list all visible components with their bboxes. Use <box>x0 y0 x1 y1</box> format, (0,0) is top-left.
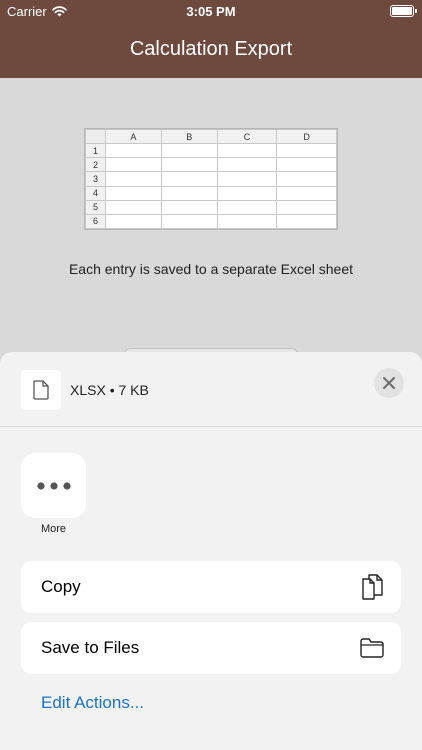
column-header: B <box>160 128 218 145</box>
row-header: 1 <box>85 143 106 159</box>
ellipsis-icon <box>36 481 71 490</box>
status-time: 3:05 PM <box>186 4 236 19</box>
folder-icon <box>360 638 384 658</box>
share-sheet-header: XLSX • 7 KB <box>0 352 422 427</box>
grid-corner <box>85 128 106 145</box>
spreadsheet-preview: A B C D 1 2 3 4 5 6 <box>84 128 338 230</box>
battery-icon <box>390 5 417 17</box>
copy-action[interactable]: Copy <box>21 561 401 613</box>
page-title: Calculation Export <box>129 38 293 60</box>
row-header: 5 <box>85 199 106 215</box>
document-icon <box>33 380 49 400</box>
edit-actions-link[interactable]: Edit Actions... <box>41 693 144 713</box>
copy-icon <box>362 574 383 600</box>
save-to-files-label: Save to Files <box>41 638 140 657</box>
close-icon <box>383 377 395 389</box>
more-button[interactable] <box>21 453 86 518</box>
navigation-bar: Calculation Export <box>0 24 422 78</box>
close-button[interactable] <box>374 368 404 398</box>
column-header: D <box>276 128 337 145</box>
file-info: XLSX • 7 KB <box>70 382 149 398</box>
share-sheet: XLSX • 7 KB More Copy Save to Files Edit… <box>0 352 422 750</box>
row-header: 4 <box>85 185 106 201</box>
row-header: 6 <box>85 213 106 230</box>
save-to-files-action[interactable]: Save to Files <box>21 622 401 674</box>
export-caption: Each entry is saved to a separate Excel … <box>68 261 354 277</box>
status-bar: Carrier 3:05 PM <box>0 0 422 24</box>
more-label: More <box>40 523 67 535</box>
row-header: 3 <box>85 171 106 187</box>
spreadsheet-grid: A B C D 1 2 3 4 5 6 <box>85 128 337 230</box>
copy-action-label: Copy <box>41 577 81 596</box>
column-header: C <box>216 128 278 145</box>
file-thumbnail <box>21 370 61 410</box>
column-header: A <box>105 128 162 145</box>
row-header: 2 <box>85 157 106 173</box>
